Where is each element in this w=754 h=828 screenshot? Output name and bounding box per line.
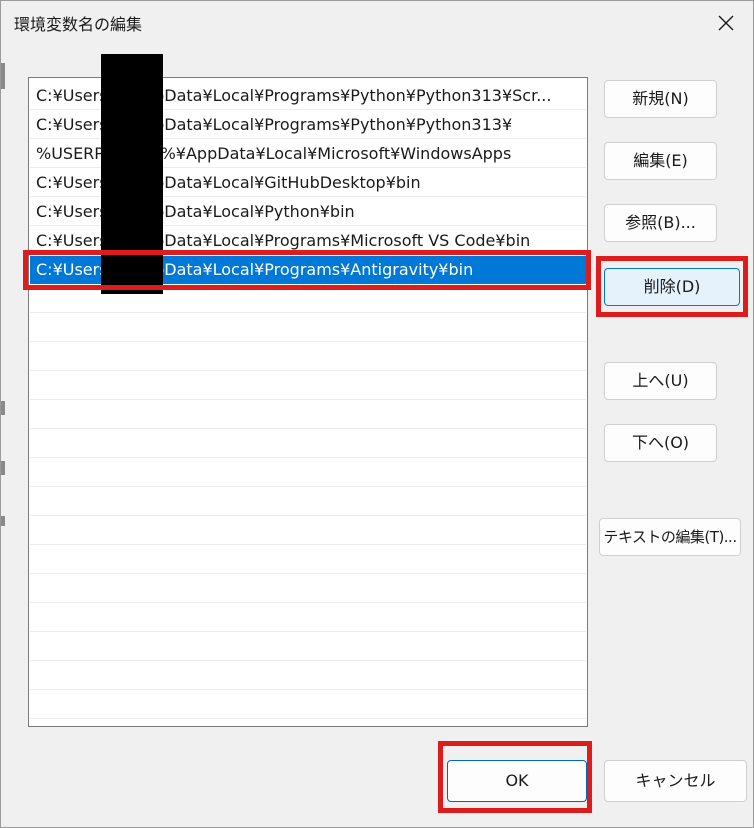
title-bar: 環境変数名の編集 xyxy=(1,1,753,45)
path-list-empty-row xyxy=(30,372,586,400)
path-list-empty-row xyxy=(30,604,586,632)
move-up-button[interactable]: 上へ(U) xyxy=(604,362,717,400)
path-list-empty-row xyxy=(30,488,586,516)
path-list-empty-row xyxy=(30,546,586,574)
path-list-empty-row xyxy=(30,517,586,545)
move-down-button[interactable]: 下へ(O) xyxy=(604,424,717,462)
edit-environment-variable-dialog: 環境変数名の編集 C:¥Users¥ ¥AppData¥Local¥Progra… xyxy=(0,0,754,828)
close-button[interactable] xyxy=(699,1,753,45)
background-window-edge xyxy=(1,461,5,475)
new-button[interactable]: 新規(N) xyxy=(604,80,717,118)
edit-button[interactable]: 編集(E) xyxy=(604,142,717,180)
redaction-bar xyxy=(101,54,163,294)
path-list-empty-row xyxy=(30,691,586,719)
background-window-edge xyxy=(1,401,5,415)
close-icon xyxy=(718,15,734,31)
dialog-title: 環境変数名の編集 xyxy=(14,15,143,34)
browse-button[interactable]: 参照(B)... xyxy=(604,204,717,242)
background-window-edge xyxy=(1,516,5,526)
path-list-empty-row xyxy=(30,430,586,458)
path-list-empty-row xyxy=(30,575,586,603)
path-list-empty-row xyxy=(30,314,586,342)
path-list-empty-row xyxy=(30,633,586,661)
path-list-empty-row xyxy=(30,662,586,690)
path-list-empty-row xyxy=(30,343,586,371)
edit-text-button[interactable]: テキストの編集(T)... xyxy=(599,518,741,556)
delete-button[interactable]: 削除(D) xyxy=(604,268,740,306)
path-list-empty-row xyxy=(30,401,586,429)
path-list-empty-row xyxy=(30,459,586,487)
ok-button[interactable]: OK xyxy=(447,760,587,802)
background-window-edge xyxy=(1,63,5,89)
cancel-button[interactable]: キャンセル xyxy=(604,760,747,802)
